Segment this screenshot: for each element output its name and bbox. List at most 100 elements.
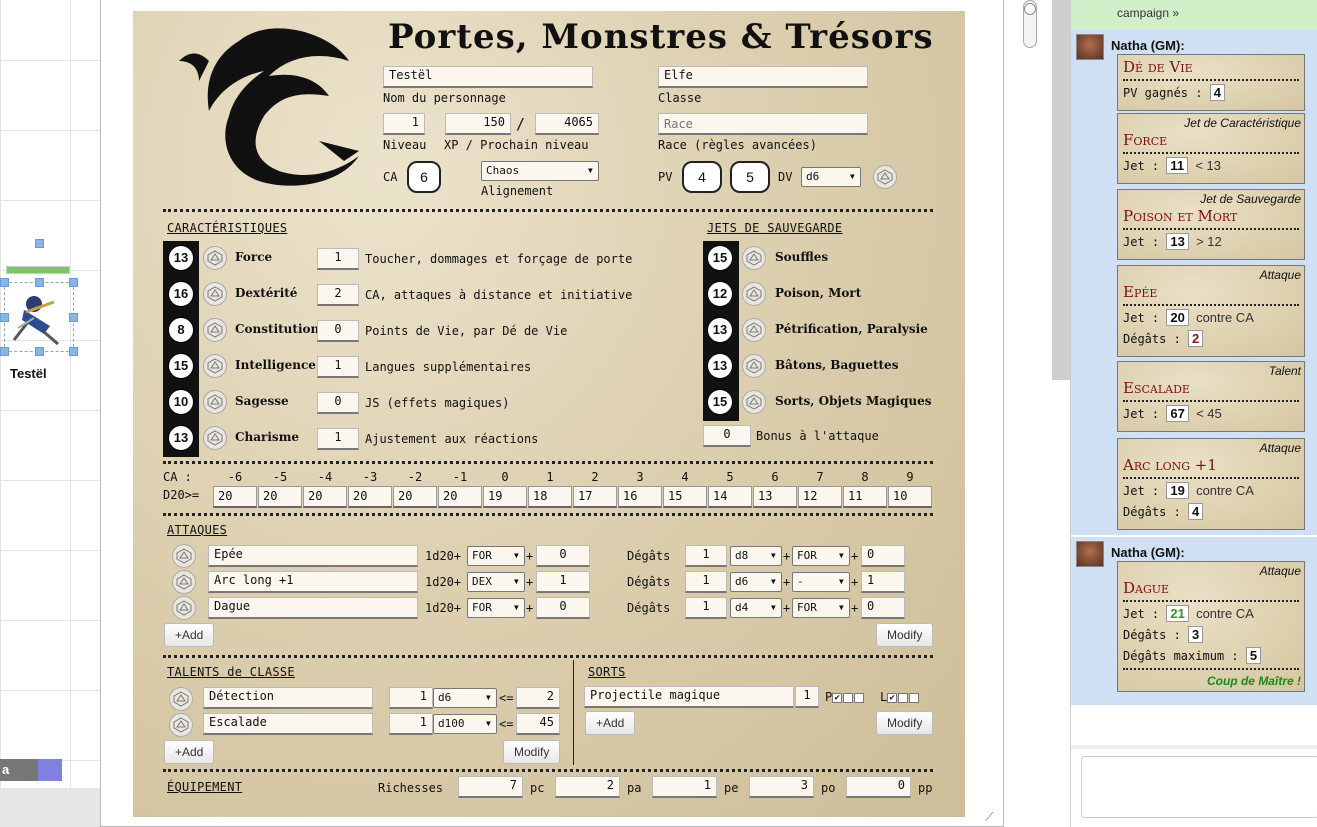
token-resize-handle[interactable] bbox=[0, 347, 9, 356]
damage-bonus-input[interactable]: 0 bbox=[861, 545, 905, 567]
coin-input[interactable]: 7 bbox=[458, 776, 523, 798]
next-level-input[interactable]: 4065 bbox=[535, 113, 599, 135]
roll-result-value[interactable]: 67 bbox=[1166, 405, 1189, 422]
attribute-roll-button[interactable] bbox=[203, 390, 227, 414]
damage-stat-select[interactable]: - bbox=[792, 572, 850, 592]
coin-input[interactable]: 2 bbox=[555, 776, 620, 798]
d20-table-cell[interactable]: 20 bbox=[393, 486, 437, 508]
d20-table-cell[interactable]: 17 bbox=[573, 486, 617, 508]
roll-result-value[interactable]: 5 bbox=[1245, 647, 1262, 664]
d20-table-cell[interactable]: 14 bbox=[708, 486, 752, 508]
damage-stat-select[interactable]: FOR bbox=[792, 546, 850, 566]
token-resize-handle[interactable] bbox=[69, 313, 78, 322]
attribute-modifier[interactable]: 1 bbox=[317, 428, 359, 450]
map-canvas[interactable]: Testël a bbox=[0, 0, 108, 827]
d20-table-cell[interactable]: 11 bbox=[843, 486, 887, 508]
modify-attack-button[interactable]: Modify bbox=[876, 623, 934, 647]
damage-count-input[interactable]: 1 bbox=[685, 571, 727, 593]
roll-result-value[interactable]: 13 bbox=[1166, 233, 1189, 250]
attack-name-input[interactable]: Dague bbox=[208, 597, 418, 619]
attack-bonus-input[interactable]: 0 bbox=[703, 425, 751, 447]
damage-die-select[interactable]: d8 bbox=[730, 546, 782, 566]
roll-result-value[interactable]: 21 bbox=[1166, 605, 1189, 622]
attribute-modifier[interactable]: 0 bbox=[317, 320, 359, 342]
character-name-input[interactable]: Testël bbox=[383, 66, 593, 88]
attack-bonus-input[interactable]: 1 bbox=[536, 571, 590, 593]
attack-roll-button[interactable] bbox=[172, 570, 196, 594]
token-resize-handle[interactable] bbox=[0, 278, 9, 287]
save-roll-button[interactable] bbox=[742, 318, 766, 342]
level-input[interactable]: 1 bbox=[383, 113, 425, 135]
attribute-score[interactable]: 13 bbox=[168, 245, 194, 271]
zoom-slider[interactable] bbox=[1023, 0, 1037, 48]
roll-result-value[interactable]: 20 bbox=[1166, 309, 1189, 326]
talent-roll-button[interactable] bbox=[169, 713, 193, 737]
save-score[interactable]: 13 bbox=[707, 317, 733, 343]
damage-die-select[interactable]: d6 bbox=[730, 572, 782, 592]
damage-die-select[interactable]: d4 bbox=[730, 598, 782, 618]
save-roll-button[interactable] bbox=[742, 390, 766, 414]
d20-table-cell[interactable]: 15 bbox=[663, 486, 707, 508]
talent-name-input[interactable]: Détection bbox=[203, 687, 373, 709]
attack-roll-button[interactable] bbox=[172, 596, 196, 620]
attribute-roll-button[interactable] bbox=[203, 282, 227, 306]
coin-input[interactable]: 3 bbox=[749, 776, 814, 798]
spell-prepared-checkbox[interactable] bbox=[854, 692, 865, 703]
spell-name-input[interactable]: Projectile magique bbox=[584, 686, 794, 708]
talent-die-select[interactable]: d100 bbox=[433, 714, 497, 734]
d20-table-cell[interactable]: 18 bbox=[528, 486, 572, 508]
attribute-roll-button[interactable] bbox=[203, 426, 227, 450]
save-score[interactable]: 12 bbox=[707, 281, 733, 307]
roll-result-value[interactable]: 11 bbox=[1166, 157, 1189, 174]
d20-table-cell[interactable]: 20 bbox=[303, 486, 347, 508]
token-resize-handle[interactable] bbox=[35, 278, 44, 287]
token-resize-handle[interactable] bbox=[69, 347, 78, 356]
pv-max[interactable]: 5 bbox=[730, 161, 770, 193]
roll-result-value[interactable]: 4 bbox=[1209, 84, 1225, 101]
roll-result-value[interactable]: 4 bbox=[1188, 503, 1204, 520]
coin-input[interactable]: 0 bbox=[846, 776, 911, 798]
damage-bonus-input[interactable]: 1 bbox=[861, 571, 905, 593]
attribute-modifier[interactable]: 0 bbox=[317, 392, 359, 414]
dv-select[interactable]: d6 bbox=[801, 167, 861, 187]
race-input[interactable] bbox=[658, 113, 868, 135]
d20-table-cell[interactable]: 19 bbox=[483, 486, 527, 508]
class-input[interactable]: Elfe bbox=[658, 66, 868, 88]
save-score[interactable]: 13 bbox=[707, 353, 733, 379]
save-roll-button[interactable] bbox=[742, 282, 766, 306]
d20-table-cell[interactable]: 16 bbox=[618, 486, 662, 508]
token-rotate-handle[interactable] bbox=[35, 239, 44, 248]
coin-input[interactable]: 1 bbox=[652, 776, 717, 798]
damage-bonus-input[interactable]: 0 bbox=[861, 597, 905, 619]
token-resize-handle[interactable] bbox=[69, 278, 78, 287]
damage-stat-select[interactable]: FOR bbox=[792, 598, 850, 618]
roll-result-value[interactable]: 2 bbox=[1188, 330, 1204, 347]
add-talent-button[interactable]: +Add bbox=[164, 740, 215, 764]
save-roll-button[interactable] bbox=[742, 246, 766, 270]
talent-target-input[interactable]: 45 bbox=[516, 713, 560, 735]
talent-roll-button[interactable] bbox=[169, 687, 193, 711]
attribute-modifier[interactable]: 1 bbox=[317, 248, 359, 270]
character-token[interactable] bbox=[0, 239, 78, 356]
resize-grip-icon[interactable]: ⟋ bbox=[985, 810, 993, 825]
attribute-score[interactable]: 16 bbox=[168, 281, 194, 307]
zoom-slider-knob[interactable] bbox=[1024, 3, 1036, 15]
d20-table-cell[interactable]: 13 bbox=[753, 486, 797, 508]
damage-count-input[interactable]: 1 bbox=[685, 545, 727, 567]
attack-name-input[interactable]: Epée bbox=[208, 545, 418, 567]
attack-stat-select[interactable]: FOR bbox=[467, 546, 525, 566]
add-attack-button[interactable]: +Add bbox=[164, 623, 215, 647]
attribute-modifier[interactable]: 1 bbox=[317, 356, 359, 378]
chat-input[interactable] bbox=[1081, 756, 1317, 818]
token-resize-handle[interactable] bbox=[35, 347, 44, 356]
attack-bonus-input[interactable]: 0 bbox=[536, 597, 590, 619]
alignment-select[interactable]: Chaos bbox=[481, 161, 599, 181]
spell-prepared-checkbox[interactable] bbox=[843, 692, 854, 703]
spell-prepared-checkbox[interactable]: ✔ bbox=[832, 692, 843, 703]
attack-bonus-input[interactable]: 0 bbox=[536, 545, 590, 567]
attack-stat-select[interactable]: DEX bbox=[467, 572, 525, 592]
talent-count-input[interactable]: 1 bbox=[389, 713, 433, 735]
talent-count-input[interactable]: 1 bbox=[389, 687, 433, 709]
spell-learned-checkbox[interactable] bbox=[909, 692, 920, 703]
campaign-link[interactable]: campaign » bbox=[1117, 6, 1179, 20]
